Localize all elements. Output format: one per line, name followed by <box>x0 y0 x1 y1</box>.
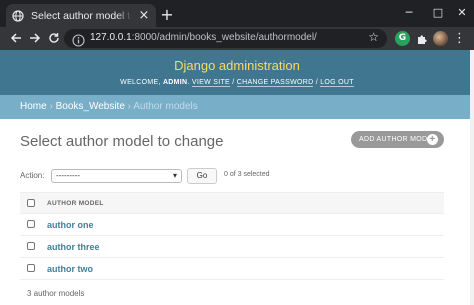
maximize-icon[interactable]: □ <box>432 6 444 19</box>
row-link[interactable]: author one <box>47 220 94 230</box>
action-label: Action: <box>20 171 45 180</box>
tab-close-icon[interactable]: × <box>138 9 150 22</box>
breadcrumb-separator: › <box>127 101 132 112</box>
url-host: 127.0.0.1 <box>90 32 132 43</box>
paginator: 3 author models <box>27 289 85 298</box>
minimize-icon[interactable]: ─ <box>403 6 415 19</box>
admin-header: Django administration WELCOME, ADMIN. VI… <box>0 50 474 95</box>
table-header-row: AUTHOR MODEL <box>20 192 444 214</box>
view-site-link[interactable]: VIEW SITE <box>191 79 230 87</box>
reload-icon[interactable] <box>46 30 62 46</box>
address-bar[interactable]: 127.0.0.1:8000/admin/books_website/autho… <box>64 29 387 48</box>
log-out-link[interactable]: LOG OUT <box>320 79 354 87</box>
row-checkbox[interactable] <box>27 242 35 250</box>
select-all-checkbox[interactable] <box>27 199 35 207</box>
site-info-icon[interactable] <box>72 32 85 47</box>
username: ADMIN <box>162 79 188 86</box>
profile-avatar[interactable] <box>433 31 448 46</box>
browser-toolbar: 127.0.0.1:8000/admin/books_website/autho… <box>0 27 474 50</box>
scrollbar[interactable] <box>470 50 474 305</box>
breadcrumb-app[interactable]: Books_Website <box>56 101 125 112</box>
page-content: Django administration WELCOME, ADMIN. VI… <box>0 50 474 305</box>
globe-icon <box>12 9 24 22</box>
welcome-text: WELCOME, <box>120 79 161 86</box>
separator: / <box>232 79 235 86</box>
results-table: AUTHOR MODEL author one author three aut… <box>20 192 444 280</box>
browser-tab[interactable]: Select author model to change × <box>6 4 156 27</box>
selection-counter: 0 of 3 selected <box>224 171 270 178</box>
row-checkbox[interactable] <box>27 264 35 272</box>
row-checkbox[interactable] <box>27 220 35 228</box>
forward-arrow-icon[interactable] <box>27 30 43 46</box>
extensions-puzzle-icon[interactable] <box>414 31 429 46</box>
breadcrumb: Home › Books_Website › Author models <box>0 95 474 119</box>
add-author-model-button[interactable]: ADD AUTHOR MODEL + <box>351 131 444 148</box>
grammarly-extension-icon[interactable]: G <box>395 31 410 46</box>
url-text: 127.0.0.1:8000/admin/books_website/autho… <box>90 32 317 43</box>
go-button[interactable]: Go <box>187 168 217 184</box>
separator: / <box>315 79 318 86</box>
column-header-author-model[interactable]: AUTHOR MODEL <box>47 200 104 207</box>
page-title: Select author model to change <box>20 133 224 150</box>
row-link[interactable]: author two <box>47 264 93 274</box>
browser-tabstrip: Select author model to change × + ─ □ ✕ <box>0 0 474 27</box>
back-arrow-icon[interactable] <box>8 30 24 46</box>
table-row: author one <box>20 214 444 236</box>
add-button-label: ADD AUTHOR MODEL <box>359 136 437 143</box>
close-window-icon[interactable]: ✕ <box>456 6 468 19</box>
table-row: author three <box>20 236 444 258</box>
plus-icon: + <box>427 134 438 145</box>
table-row: author two <box>20 258 444 280</box>
action-select-value: --------- <box>56 171 80 180</box>
row-link[interactable]: author three <box>47 242 100 252</box>
breadcrumb-separator: › <box>49 101 53 112</box>
new-tab-icon[interactable]: + <box>160 6 174 24</box>
chevron-down-icon: ▾ <box>172 171 177 180</box>
breadcrumb-current: Author models <box>133 101 198 112</box>
url-path: :8000/admin/books_website/authormodel/ <box>131 32 317 43</box>
bookmark-star-icon[interactable]: ☆ <box>368 30 379 44</box>
breadcrumb-home[interactable]: Home <box>20 101 47 112</box>
change-password-link[interactable]: CHANGE PASSWORD <box>236 79 314 87</box>
user-tools: WELCOME, ADMIN. VIEW SITE / CHANGE PASSW… <box>120 79 354 87</box>
action-select[interactable]: --------- ▾ <box>51 169 182 183</box>
site-title[interactable]: Django administration <box>0 58 474 73</box>
kebab-menu-icon[interactable]: ⋮ <box>453 31 466 46</box>
tab-title: Select author model to change <box>31 9 132 22</box>
